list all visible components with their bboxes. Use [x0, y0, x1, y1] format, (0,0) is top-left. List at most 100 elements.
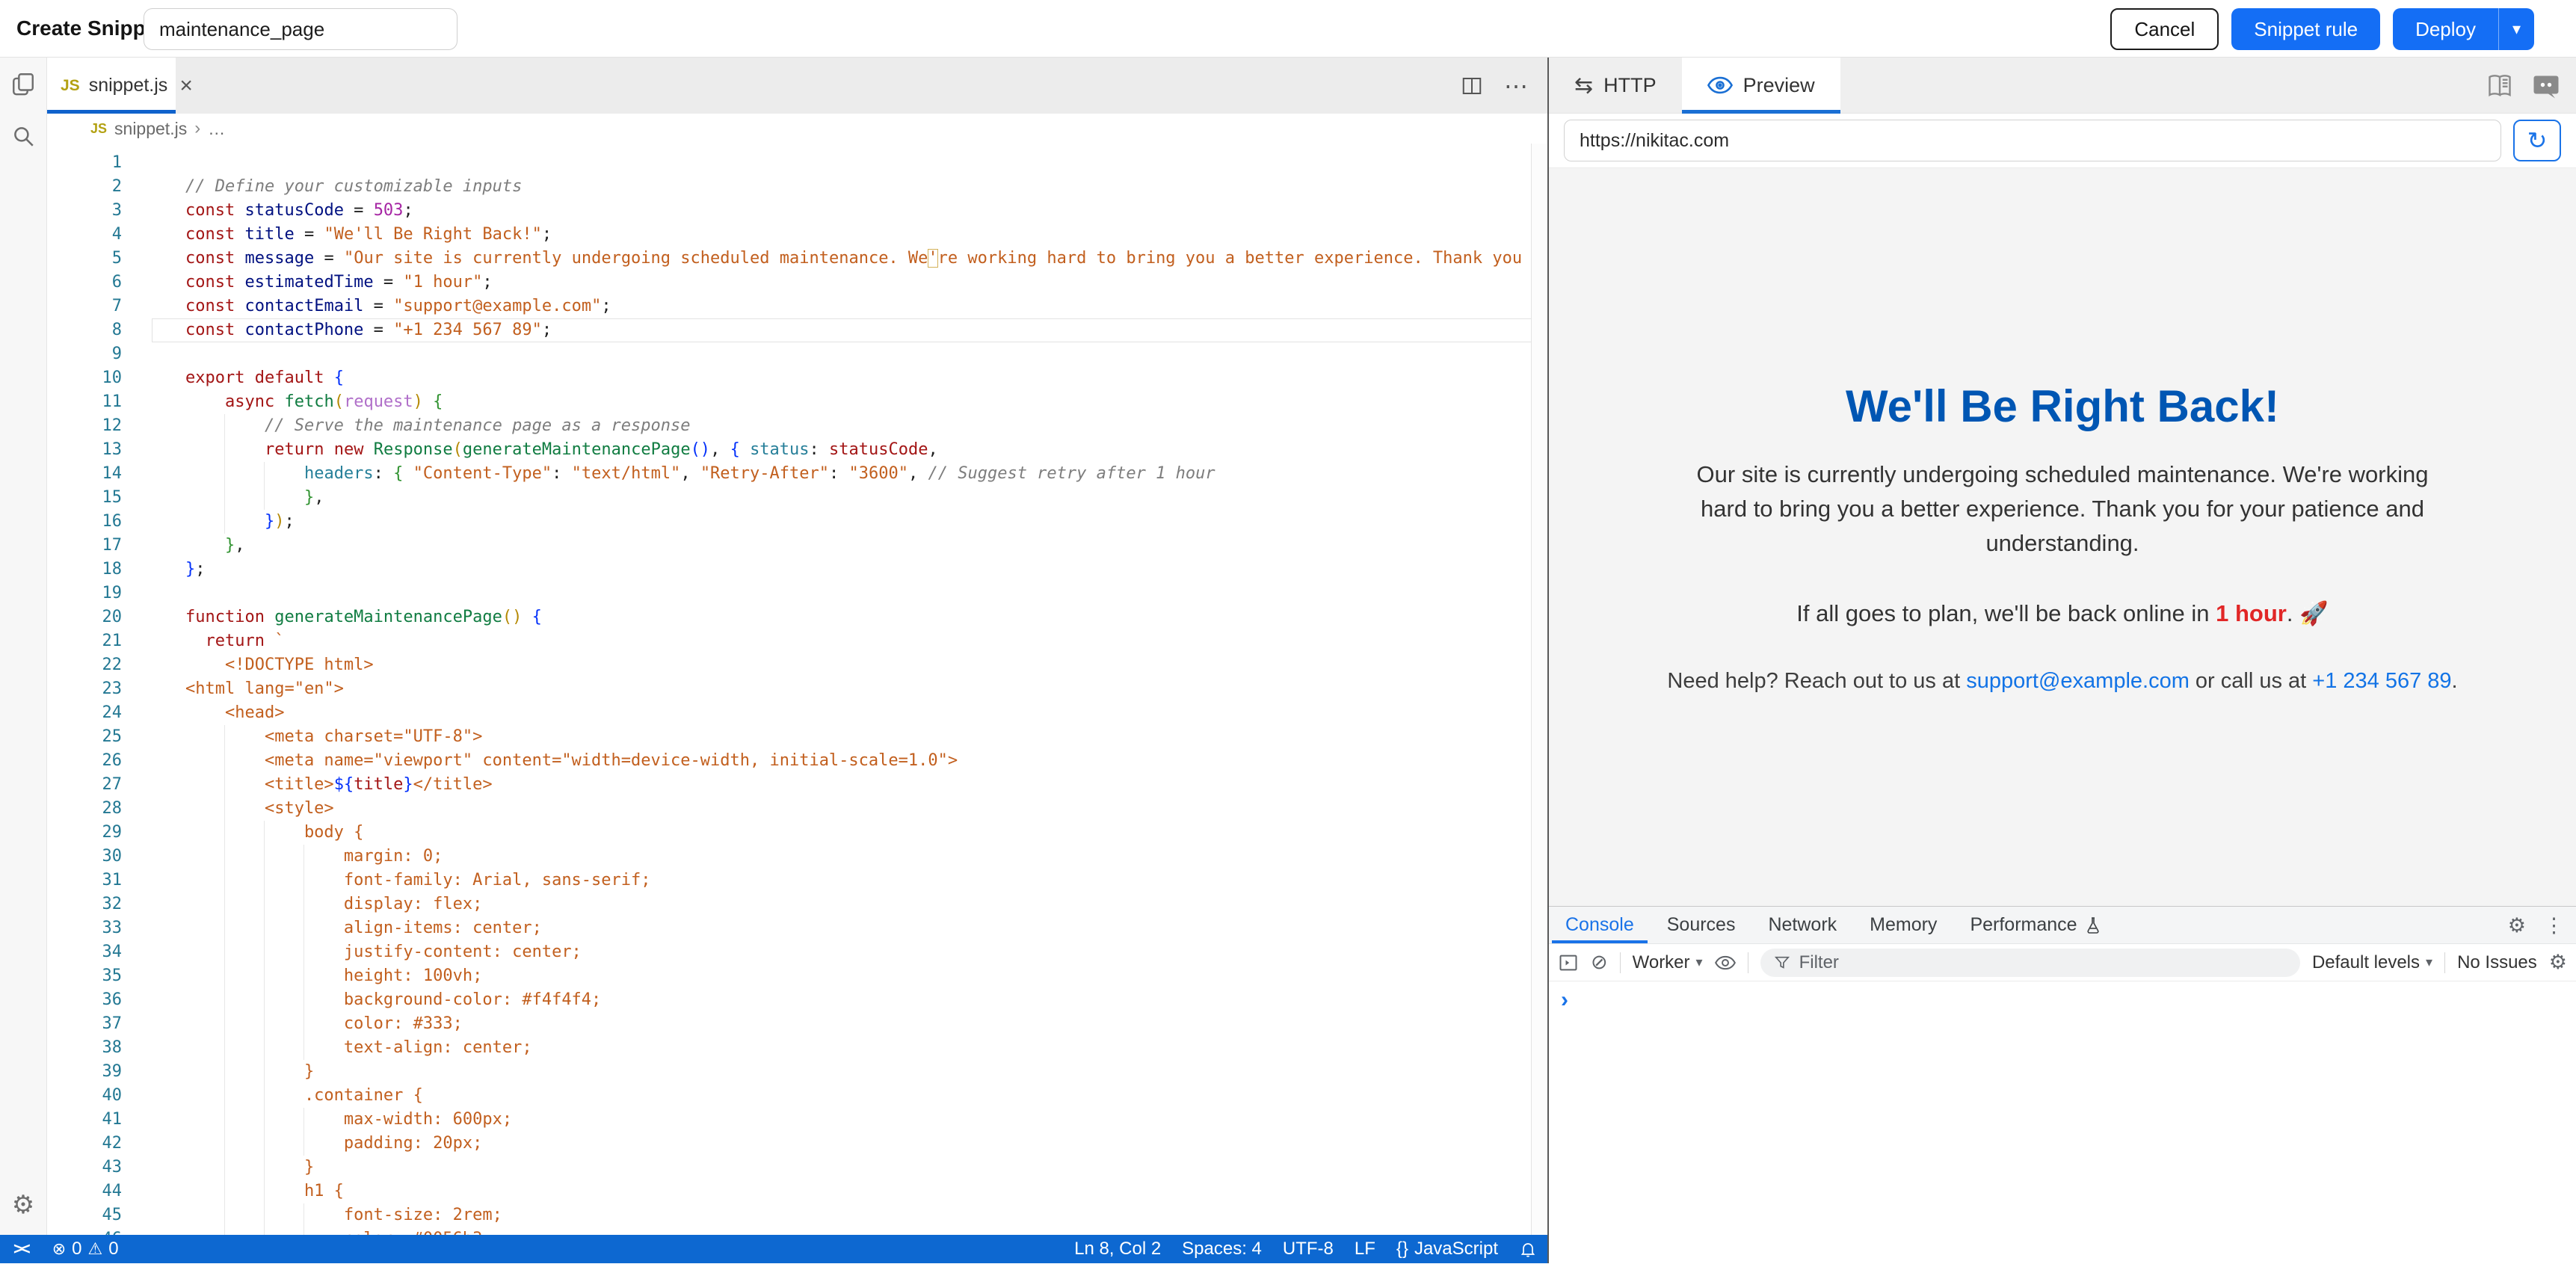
problems-status[interactable]: ⊗ 0 ⚠ 0 [42, 1235, 129, 1263]
language-mode[interactable]: {} JavaScript [1386, 1239, 1509, 1260]
encoding-setting[interactable]: UTF-8 [1272, 1239, 1344, 1260]
code-line-16[interactable]: 16 }); [47, 510, 1547, 534]
line-number: 38 [47, 1036, 152, 1060]
code-line-36[interactable]: 36 background-color: #f4f4f4; [47, 988, 1547, 1012]
code-line-8[interactable]: 8const contactPhone = "+1 234 567 89"; [47, 318, 1547, 342]
console-settings-gear-icon[interactable]: ⚙ [2549, 951, 2567, 974]
chevron-down-icon: ▾ [2512, 19, 2521, 39]
code-line-45[interactable]: 45 font-size: 2rem; [47, 1203, 1547, 1227]
editor-scrollbar[interactable] [1531, 144, 1547, 1235]
code-area[interactable]: 12// Define your customizable inputs3con… [47, 144, 1547, 1235]
log-levels-selector[interactable]: Default levels ▾ [2312, 952, 2432, 973]
code-line-19[interactable]: 19 [47, 582, 1547, 605]
code-line-43[interactable]: 43 } [47, 1156, 1547, 1180]
code-line-1[interactable]: 1 [47, 151, 1547, 175]
remote-indicator-icon[interactable]: >< [0, 1235, 42, 1263]
search-icon[interactable] [0, 110, 47, 162]
code-line-25[interactable]: 25 <meta charset="UTF-8"> [47, 725, 1547, 749]
refresh-button[interactable]: ↻ [2513, 120, 2561, 161]
cancel-button[interactable]: Cancel [2110, 8, 2219, 50]
eol-setting[interactable]: LF [1344, 1239, 1386, 1260]
context-selector[interactable]: Worker ▾ [1633, 952, 1703, 973]
devtools-tab-network[interactable]: Network [1751, 907, 1853, 943]
code-line-42[interactable]: 42 padding: 20px; [47, 1132, 1547, 1156]
code-line-26[interactable]: 26 <meta name="viewport" content="width=… [47, 749, 1547, 773]
indentation-setting[interactable]: Spaces: 4 [1171, 1239, 1272, 1260]
code-line-15[interactable]: 15 }, [47, 486, 1547, 510]
url-input[interactable] [1564, 120, 2501, 161]
code-line-39[interactable]: 39 } [47, 1060, 1547, 1084]
code-line-37[interactable]: 37 color: #333; [47, 1012, 1547, 1036]
snippet-name-input[interactable] [144, 8, 457, 50]
console-output[interactable]: › [1549, 981, 2576, 1264]
code-line-21[interactable]: 21 return ` [47, 629, 1547, 653]
code-line-38[interactable]: 38 text-align: center; [47, 1036, 1547, 1060]
code-line-40[interactable]: 40 .container { [47, 1084, 1547, 1108]
code-line-29[interactable]: 29 body { [47, 821, 1547, 845]
breadcrumb[interactable]: JS snippet.js › … [47, 114, 1547, 144]
code-line-46[interactable]: 46 color: #0056b3; [47, 1227, 1547, 1235]
code-line-44[interactable]: 44 h1 { [47, 1180, 1547, 1203]
code-line-9[interactable]: 9 [47, 342, 1547, 366]
devtools-kebab-menu-icon[interactable]: ⋮ [2544, 914, 2564, 937]
code-line-2[interactable]: 2// Define your customizable inputs [47, 175, 1547, 199]
tab-preview[interactable]: Preview [1682, 58, 1840, 113]
console-sidebar-toggle-icon[interactable] [1558, 952, 1579, 973]
devtools-tab-memory[interactable]: Memory [1853, 907, 1953, 943]
cursor-position[interactable]: Ln 8, Col 2 [1064, 1239, 1171, 1260]
split-editor-icon[interactable] [1461, 75, 1483, 97]
support-phone-link[interactable]: +1 234 567 89 [2312, 669, 2451, 693]
code-line-13[interactable]: 13 return new Response(generateMaintenan… [47, 438, 1547, 462]
deploy-dropdown-button[interactable]: ▾ [2498, 8, 2534, 50]
code-line-7[interactable]: 7const contactEmail = "support@example.c… [47, 295, 1547, 318]
code-line-3[interactable]: 3const statusCode = 503; [47, 199, 1547, 223]
notifications-bell-icon[interactable] [1509, 1240, 1547, 1258]
code-line-23[interactable]: 23<html lang="en"> [47, 677, 1547, 701]
code-line-12[interactable]: 12 // Serve the maintenance page as a re… [47, 414, 1547, 438]
code-line-31[interactable]: 31 font-family: Arial, sans-serif; [47, 869, 1547, 892]
code-line-24[interactable]: 24 <head> [47, 701, 1547, 725]
code-line-14[interactable]: 14 headers: { "Content-Type": "text/html… [47, 462, 1547, 486]
settings-gear-icon[interactable]: ⚙ [0, 1175, 47, 1235]
code-line-20[interactable]: 20function generateMaintenancePage() { [47, 605, 1547, 629]
code-line-11[interactable]: 11 async fetch(request) { [47, 390, 1547, 414]
breadcrumb-file[interactable]: snippet.js [114, 119, 187, 139]
code-line-41[interactable]: 41 max-width: 600px; [47, 1108, 1547, 1132]
discord-icon[interactable] [2533, 73, 2560, 99]
code-line-17[interactable]: 17 }, [47, 534, 1547, 558]
code-line-27[interactable]: 27 <title>${title}</title> [47, 773, 1547, 797]
close-tab-icon[interactable]: × [179, 73, 193, 99]
code-line-28[interactable]: 28 <style> [47, 797, 1547, 821]
tab-snippet-js[interactable]: JS snippet.js × [47, 58, 176, 114]
code-line-18[interactable]: 18}; [47, 558, 1547, 582]
devtools-tab-sources[interactable]: Sources [1651, 907, 1752, 943]
line-number: 8 [47, 318, 152, 342]
devtools-settings-gear-icon[interactable]: ⚙ [2508, 914, 2526, 937]
devtools-tab-performance[interactable]: Performance [1953, 907, 2117, 943]
live-expression-eye-icon[interactable] [1715, 954, 1736, 972]
tab-http[interactable]: ⇆ HTTP [1549, 58, 1682, 113]
code-line-32[interactable]: 32 display: flex; [47, 892, 1547, 916]
code-line-10[interactable]: 10export default { [47, 366, 1547, 390]
code-line-5[interactable]: 5const message = "Our site is currently … [47, 247, 1547, 271]
devtools-tab-console[interactable]: Console [1549, 907, 1651, 943]
deploy-button[interactable]: Deploy [2393, 8, 2498, 50]
snippet-rule-button[interactable]: Snippet rule [2231, 8, 2380, 50]
support-email-link[interactable]: support@example.com [1966, 669, 2190, 693]
code-line-33[interactable]: 33 align-items: center; [47, 916, 1547, 940]
files-icon[interactable] [0, 58, 47, 110]
code-line-4[interactable]: 4const title = "We'll Be Right Back!"; [47, 223, 1547, 247]
docs-book-icon[interactable] [2486, 73, 2513, 99]
code-line-6[interactable]: 6const estimatedTime = "1 hour"; [47, 271, 1547, 295]
clear-console-icon[interactable]: ⊘ [1591, 951, 1608, 974]
more-actions-icon[interactable]: ⋯ [1504, 72, 1529, 100]
code-line-22[interactable]: 22 <!DOCTYPE html> [47, 653, 1547, 677]
issues-counter[interactable]: No Issues [2457, 952, 2537, 973]
console-filter-input[interactable]: Filter [1760, 949, 2300, 977]
breadcrumb-symbol[interactable]: … [208, 119, 225, 139]
contact-mid: or call us at [2190, 669, 2312, 693]
code-line-34[interactable]: 34 justify-content: center; [47, 940, 1547, 964]
line-number: 7 [47, 295, 152, 318]
code-line-35[interactable]: 35 height: 100vh; [47, 964, 1547, 988]
code-line-30[interactable]: 30 margin: 0; [47, 845, 1547, 869]
